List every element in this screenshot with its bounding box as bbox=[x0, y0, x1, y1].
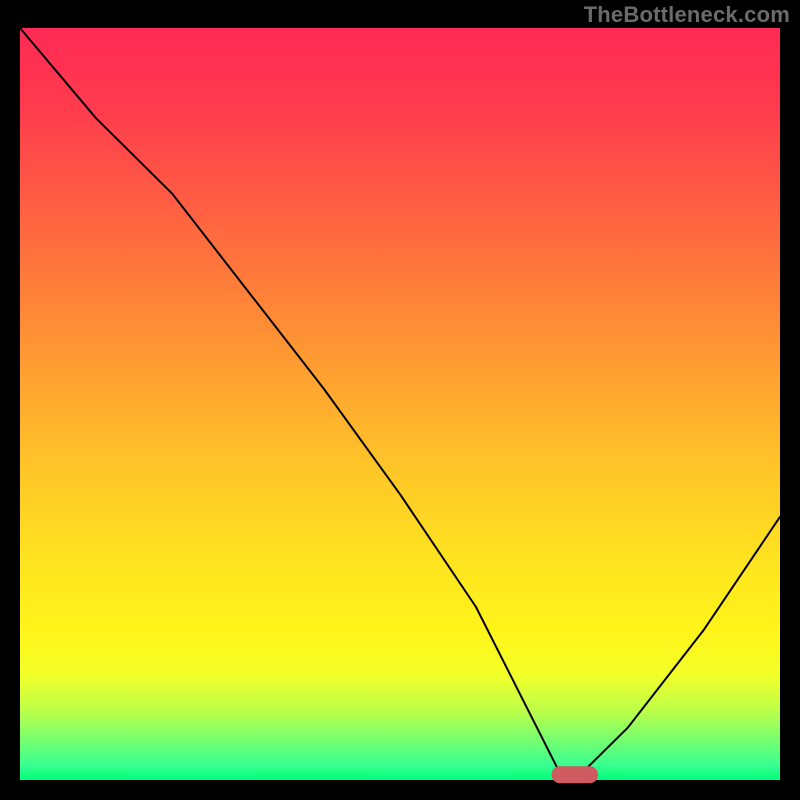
plot-svg bbox=[20, 28, 780, 780]
optimal-point-marker bbox=[552, 767, 598, 783]
attribution-text: TheBottleneck.com bbox=[584, 2, 790, 28]
chart-frame: TheBottleneck.com bbox=[0, 0, 800, 800]
plot-area bbox=[20, 28, 780, 780]
bottleneck-curve bbox=[20, 28, 780, 773]
